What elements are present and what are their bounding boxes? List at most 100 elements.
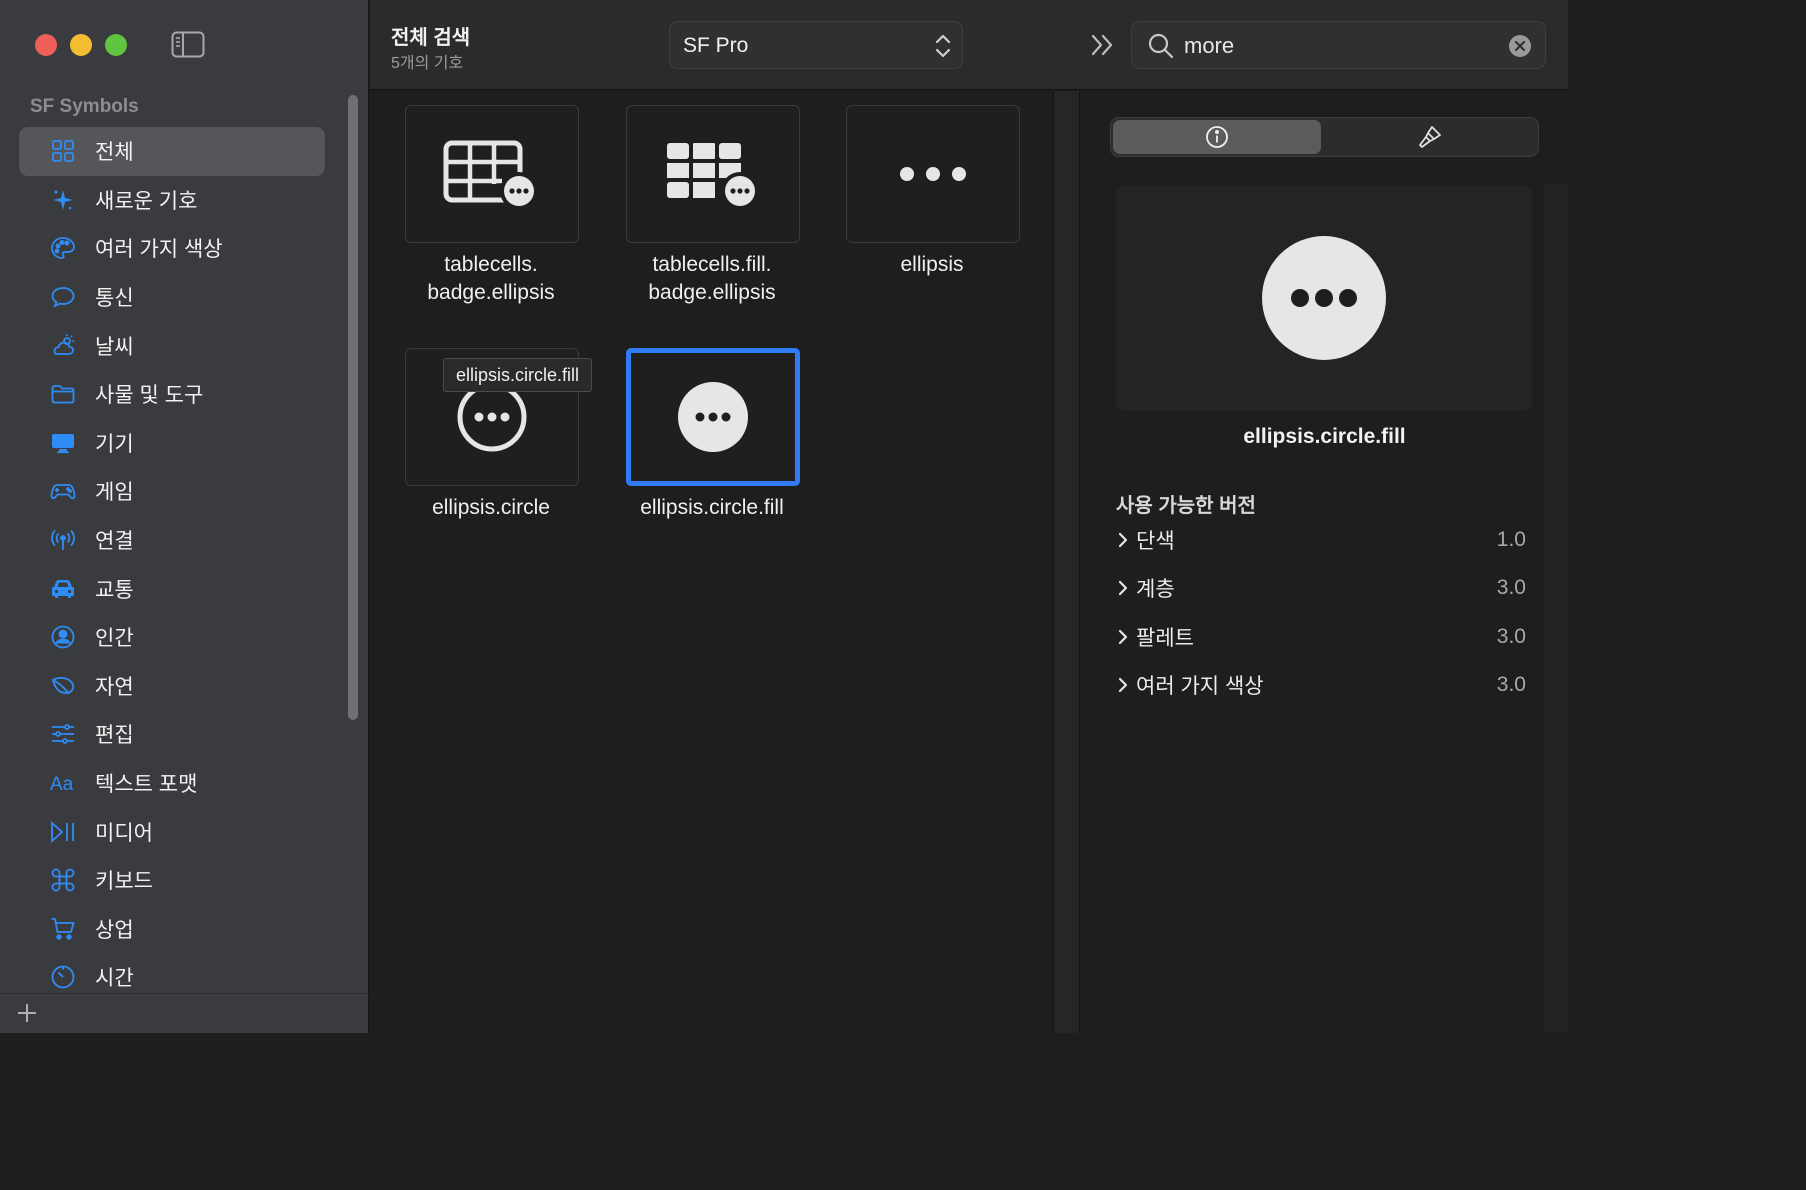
search-input[interactable] [1184, 30, 1494, 62]
sidebar-item-keyboard[interactable]: 키보드 [19, 856, 325, 905]
sidebar-item-new[interactable]: 새로운 기호 [19, 176, 325, 225]
symbol-tile-ellipsis-circle-fill[interactable] [626, 348, 800, 486]
grid-icon [49, 137, 77, 165]
sidebar-item-human[interactable]: 인간 [19, 613, 325, 662]
timer-icon [49, 963, 77, 991]
chevron-updown-icon [934, 33, 952, 59]
sidebar-item-connectivity[interactable]: 연결 [19, 516, 325, 565]
sidebar-item-label: 미디어 [95, 821, 153, 845]
inspector-segmented-control [1110, 117, 1539, 157]
desktop-icon [49, 429, 77, 457]
toolbar-overflow-icon[interactable] [1089, 31, 1117, 59]
car-icon [49, 575, 77, 603]
sidebar-item-multicolor[interactable]: 여러 가지 색상 [19, 224, 325, 273]
play-pause-icon [49, 818, 77, 846]
sidebar-item-label: 사물 및 도구 [95, 384, 204, 408]
textformat-icon: Aa [49, 769, 77, 797]
sidebar-item-commerce[interactable]: 상업 [19, 905, 325, 954]
symbol-preview [1116, 185, 1532, 411]
version-value: 3.0 [1496, 625, 1526, 648]
ellipsis-icon [900, 167, 966, 181]
version-label: 단색 [1136, 530, 1175, 553]
sidebar: SF Symbols 전체 새로운 기호 여러 가지 색상 통신 날씨 사물 및… [0, 0, 369, 1033]
sidebar-item-gaming[interactable]: 게임 [19, 467, 325, 516]
font-select-value: SF Pro [683, 34, 749, 57]
sidebar-item-transportation[interactable]: 교통 [19, 564, 325, 613]
inspector-scroll-gutter [1543, 185, 1568, 1033]
sidebar-item-label: 전체 [95, 141, 134, 165]
window-zoom-button[interactable] [105, 34, 127, 56]
sidebar-item-label: 새로운 기호 [95, 189, 198, 213]
version-label: 여러 가지 색상 [1136, 675, 1264, 698]
version-row-hierarchical[interactable]: 계층 3.0 [1116, 573, 1526, 603]
chevron-right-icon [1118, 532, 1128, 548]
symbol-label: ellipsis [900, 253, 964, 276]
ellipsis-circle-fill-icon [678, 382, 748, 452]
cloud-sun-icon [49, 332, 77, 360]
symbol-tile-tablecells-fill-badge-ellipsis[interactable] [626, 105, 800, 243]
sidebar-section-title: SF Symbols [30, 96, 139, 117]
tablecells-badge-ellipsis-icon [443, 140, 538, 209]
sidebar-footer [0, 993, 369, 1033]
sidebar-item-communication[interactable]: 통신 [19, 273, 325, 322]
sidebar-item-objects[interactable]: 사물 및 도구 [19, 370, 325, 419]
tablecells-fill-badge-ellipsis-icon [667, 143, 759, 209]
sidebar-item-label: 기기 [95, 432, 134, 456]
antenna-icon [49, 526, 77, 554]
info-tab[interactable] [1113, 120, 1321, 154]
sidebar-item-label: 상업 [95, 918, 134, 942]
chevron-right-icon [1118, 677, 1128, 693]
sidebar-item-nature[interactable]: 자연 [19, 662, 325, 711]
sidebar-item-all[interactable]: 전체 [19, 127, 325, 176]
sidebar-item-label: 통신 [95, 287, 134, 311]
sidebar-item-label: 연결 [95, 530, 134, 554]
ellipsis-circle-fill-icon [1262, 236, 1386, 360]
symbol-tile-ellipsis[interactable] [846, 105, 1020, 243]
grid-scroll-gutter [1053, 91, 1080, 1033]
sidebar-item-label: 게임 [95, 481, 134, 505]
rendering-tab[interactable] [1325, 120, 1535, 154]
chevron-right-icon [1118, 629, 1128, 645]
selected-symbol-name: ellipsis.circle.fill [1243, 425, 1406, 448]
sidebar-item-media[interactable]: 미디어 [19, 807, 325, 856]
sidebar-item-label: 자연 [95, 675, 134, 699]
palette-icon [49, 234, 77, 262]
sidebar-item-label: 여러 가지 색상 [95, 238, 223, 262]
sidebar-item-label: 인간 [95, 627, 134, 651]
search-field[interactable] [1131, 21, 1546, 69]
version-value: 3.0 [1496, 576, 1526, 599]
sidebar-list: 전체 새로운 기호 여러 가지 색상 통신 날씨 사물 및 도구 기기 게임 연… [19, 127, 325, 1002]
info-circle-icon [1206, 126, 1228, 148]
sidebar-item-label: 키보드 [95, 870, 153, 894]
clear-search-icon[interactable] [1509, 35, 1531, 57]
message-bubble-icon [49, 283, 77, 311]
toolbar: 전체 검색 5개의 기호 SF Pro [370, 0, 1568, 90]
window-close-button[interactable] [35, 34, 57, 56]
sliders-icon [49, 720, 77, 748]
symbol-tile-tablecells-badge-ellipsis[interactable] [405, 105, 579, 243]
version-value: 3.0 [1496, 673, 1526, 696]
sidebar-item-label: 시간 [95, 967, 134, 991]
version-row-palette[interactable]: 팔레트 3.0 [1116, 622, 1526, 652]
version-row-monochrome[interactable]: 단색 1.0 [1116, 525, 1526, 555]
sidebar-item-weather[interactable]: 날씨 [19, 321, 325, 370]
sidebar-toggle-icon[interactable] [171, 31, 205, 58]
font-select[interactable]: SF Pro [669, 21, 963, 69]
symbol-label: tablecells.fill. badge.ellipsis [648, 253, 776, 304]
person-circle-icon [49, 623, 77, 651]
sidebar-scrollbar[interactable] [348, 95, 358, 720]
sidebar-item-devices[interactable]: 기기 [19, 419, 325, 468]
add-collection-icon[interactable] [16, 1002, 38, 1024]
symbol-count: 5개의 기호 [391, 55, 464, 72]
version-label: 팔레트 [1136, 627, 1194, 650]
tooltip: ellipsis.circle.fill [443, 358, 593, 392]
leaf-icon [49, 672, 77, 700]
folder-icon [49, 380, 77, 408]
window-minimize-button[interactable] [70, 34, 92, 56]
sidebar-item-label: 편집 [95, 724, 134, 748]
sidebar-item-textformat[interactable]: Aa 텍스트 포맷 [19, 759, 325, 808]
version-row-multicolor[interactable]: 여러 가지 색상 3.0 [1116, 670, 1526, 700]
versions-heading: 사용 가능한 버전 [1116, 495, 1256, 517]
sidebar-item-editing[interactable]: 편집 [19, 710, 325, 759]
sidebar-item-label: 날씨 [95, 335, 134, 359]
